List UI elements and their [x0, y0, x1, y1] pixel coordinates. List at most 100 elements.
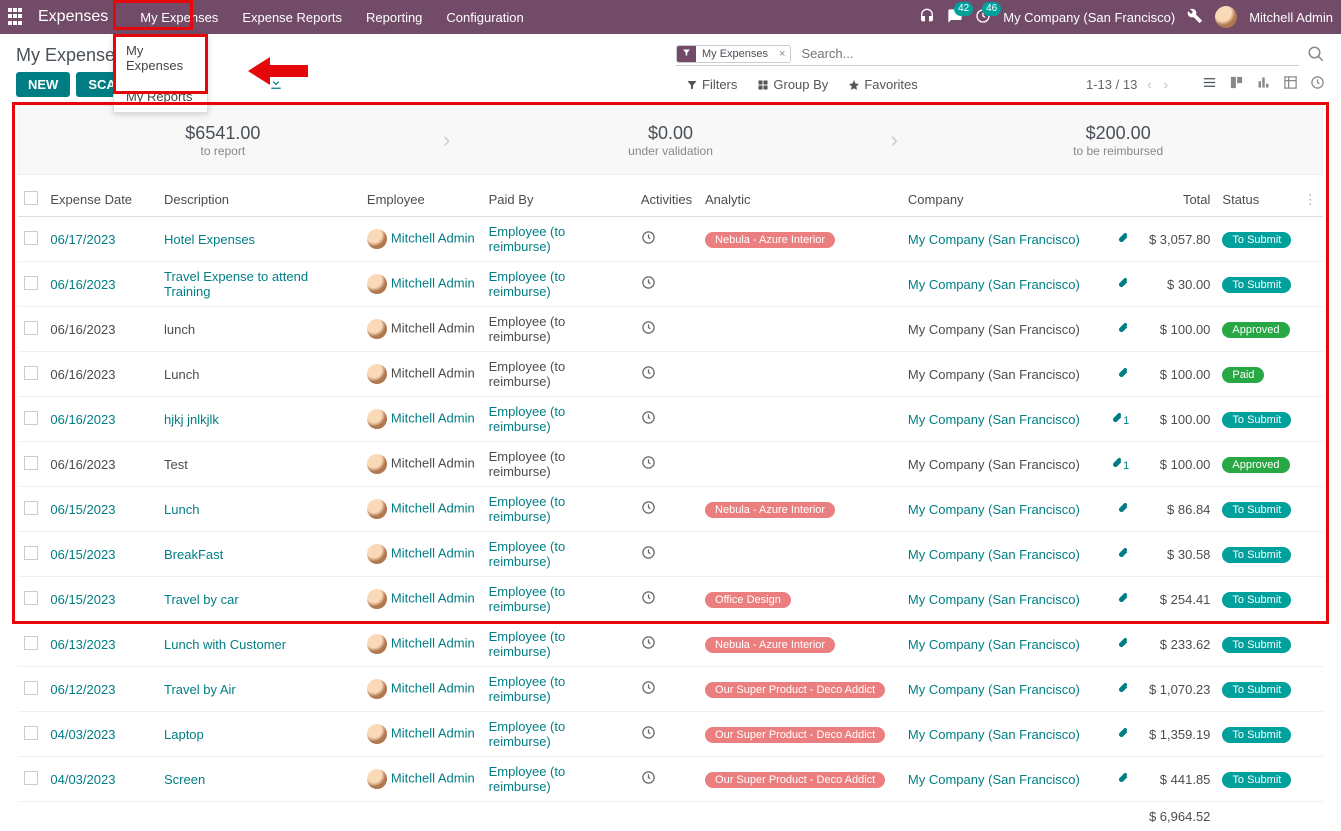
cell-emp[interactable]: Mitchell Admin — [361, 757, 483, 802]
paperclip-icon[interactable] — [1117, 592, 1129, 607]
cell-analytic[interactable] — [699, 442, 902, 487]
cell-activity[interactable] — [635, 442, 699, 487]
analytic-tag[interactable]: Our Super Product - Deco Addict — [705, 682, 885, 698]
cell-attachment[interactable]: 1 — [1105, 442, 1135, 487]
cell-company[interactable]: My Company (San Francisco) — [902, 307, 1105, 352]
cell-date[interactable]: 06/16/2023 — [44, 442, 158, 487]
row-checkbox[interactable] — [24, 456, 38, 470]
cell-desc[interactable]: Test — [158, 442, 361, 487]
cell-activity[interactable] — [635, 577, 699, 622]
cell-company[interactable]: My Company (San Francisco) — [902, 667, 1105, 712]
row-checkbox[interactable] — [24, 546, 38, 560]
search-input[interactable] — [797, 44, 1299, 63]
cell-attachment[interactable] — [1105, 487, 1135, 532]
col-paid[interactable]: Paid By — [483, 183, 635, 217]
nav-item-my-expenses[interactable]: My Expenses — [128, 0, 230, 34]
apps-grid-icon[interactable] — [8, 8, 26, 26]
filters-button[interactable]: Filters — [686, 77, 737, 92]
search-box[interactable]: My Expenses × — [676, 44, 1299, 66]
pivot-view-icon[interactable] — [1283, 75, 1298, 94]
cell-emp[interactable]: Mitchell Admin — [361, 442, 483, 487]
company-selector[interactable]: My Company (San Francisco) — [1003, 10, 1175, 25]
table-row[interactable]: 06/15/2023Travel by carMitchell AdminEmp… — [18, 577, 1323, 622]
cell-desc[interactable]: Lunch with Customer — [158, 622, 361, 667]
cell-date[interactable]: 06/16/2023 — [44, 352, 158, 397]
cell-date[interactable]: 06/13/2023 — [44, 622, 158, 667]
cell-emp[interactable]: Mitchell Admin — [361, 262, 483, 307]
cell-attachment[interactable] — [1105, 262, 1135, 307]
col-comp[interactable]: Company — [902, 183, 1105, 217]
col-ana[interactable]: Analytic — [699, 183, 902, 217]
search-icon[interactable] — [1307, 45, 1325, 66]
cell-activity[interactable] — [635, 307, 699, 352]
cell-desc[interactable]: BreakFast — [158, 532, 361, 577]
favorites-button[interactable]: Favorites — [848, 77, 917, 92]
col-act[interactable]: Activities — [635, 183, 699, 217]
paperclip-icon[interactable] — [1117, 637, 1129, 652]
cell-paid[interactable]: Employee (to reimburse) — [483, 667, 635, 712]
cell-emp[interactable]: Mitchell Admin — [361, 397, 483, 442]
row-checkbox[interactable] — [24, 366, 38, 380]
kanban-view-icon[interactable] — [1229, 75, 1244, 94]
cell-date[interactable]: 06/16/2023 — [44, 262, 158, 307]
row-checkbox[interactable] — [24, 726, 38, 740]
cell-analytic[interactable] — [699, 307, 902, 352]
debug-icon[interactable] — [1187, 8, 1203, 27]
cell-paid[interactable]: Employee (to reimburse) — [483, 307, 635, 352]
clock-icon[interactable] — [641, 457, 656, 473]
cell-date[interactable]: 06/12/2023 — [44, 667, 158, 712]
col-total[interactable]: Total — [1135, 183, 1216, 217]
filter-tag-close-icon[interactable]: × — [774, 46, 790, 62]
app-name[interactable]: Expenses — [38, 8, 108, 26]
paperclip-icon[interactable] — [1117, 322, 1129, 337]
clock-icon[interactable] — [641, 547, 656, 563]
clock-icon[interactable] — [641, 637, 656, 653]
select-all-checkbox[interactable] — [24, 191, 38, 205]
summary-cell-under-validation[interactable]: $0.00under validation — [467, 106, 875, 174]
analytic-tag[interactable]: Nebula - Azure Interior — [705, 502, 835, 518]
cell-company[interactable]: My Company (San Francisco) — [902, 217, 1105, 262]
discuss-icon[interactable]: 42 — [947, 8, 963, 27]
cell-company[interactable]: My Company (San Francisco) — [902, 712, 1105, 757]
cell-activity[interactable] — [635, 622, 699, 667]
cell-activity[interactable] — [635, 757, 699, 802]
cell-analytic[interactable]: Nebula - Azure Interior — [699, 487, 902, 532]
cell-paid[interactable]: Employee (to reimburse) — [483, 622, 635, 667]
cell-paid[interactable]: Employee (to reimburse) — [483, 217, 635, 262]
cell-analytic[interactable]: Our Super Product - Deco Addict — [699, 712, 902, 757]
cell-paid[interactable]: Employee (to reimburse) — [483, 577, 635, 622]
cell-activity[interactable] — [635, 712, 699, 757]
cell-paid[interactable]: Employee (to reimburse) — [483, 712, 635, 757]
cell-date[interactable]: 06/15/2023 — [44, 577, 158, 622]
cell-paid[interactable]: Employee (to reimburse) — [483, 487, 635, 532]
col-emp[interactable]: Employee — [361, 183, 483, 217]
cell-analytic[interactable]: Nebula - Azure Interior — [699, 217, 902, 262]
paperclip-icon[interactable] — [1117, 502, 1129, 517]
cell-paid[interactable]: Employee (to reimburse) — [483, 442, 635, 487]
cell-paid[interactable]: Employee (to reimburse) — [483, 397, 635, 442]
cell-analytic[interactable]: Our Super Product - Deco Addict — [699, 667, 902, 712]
cell-date[interactable]: 04/03/2023 — [44, 757, 158, 802]
col-date[interactable]: Expense Date — [44, 183, 158, 217]
cell-analytic[interactable]: Office Design — [699, 577, 902, 622]
filter-tag[interactable]: My Expenses × — [676, 45, 791, 63]
table-row[interactable]: 06/16/2023hjkj jnlkjlkMitchell AdminEmpl… — [18, 397, 1323, 442]
cell-emp[interactable]: Mitchell Admin — [361, 577, 483, 622]
cell-activity[interactable] — [635, 667, 699, 712]
download-icon[interactable] — [269, 76, 283, 93]
cell-date[interactable]: 06/17/2023 — [44, 217, 158, 262]
cell-desc[interactable]: hjkj jnlkjlk — [158, 397, 361, 442]
cell-emp[interactable]: Mitchell Admin — [361, 622, 483, 667]
cell-company[interactable]: My Company (San Francisco) — [902, 397, 1105, 442]
table-row[interactable]: 04/03/2023ScreenMitchell AdminEmployee (… — [18, 757, 1323, 802]
user-avatar-icon[interactable] — [1215, 6, 1237, 28]
cell-activity[interactable] — [635, 352, 699, 397]
cell-desc[interactable]: Travel by Air — [158, 667, 361, 712]
cell-attachment[interactable]: 1 — [1105, 397, 1135, 442]
paperclip-icon[interactable] — [1117, 232, 1129, 247]
cell-analytic[interactable] — [699, 262, 902, 307]
cell-company[interactable]: My Company (San Francisco) — [902, 757, 1105, 802]
cell-attachment[interactable] — [1105, 532, 1135, 577]
cell-activity[interactable] — [635, 487, 699, 532]
cell-desc[interactable]: Travel Expense to attend Training — [158, 262, 361, 307]
